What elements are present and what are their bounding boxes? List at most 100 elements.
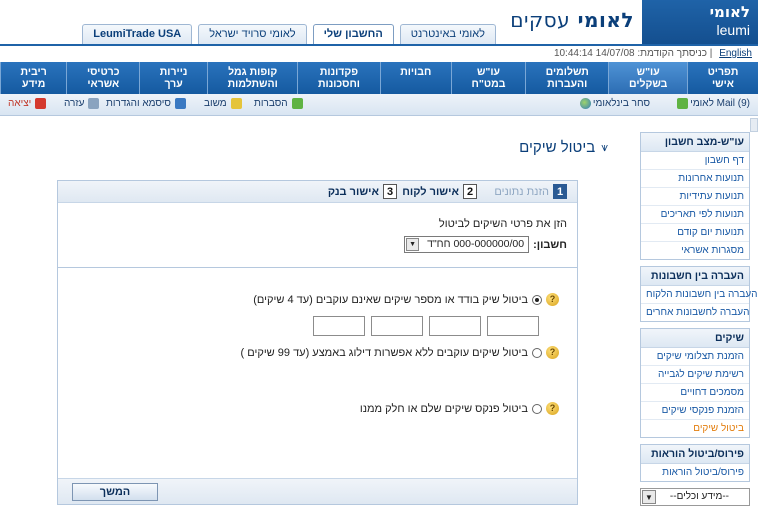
option-single-checks: ? ביטול שיק בודד או מספר שיקים שאינם עוק… — [253, 293, 559, 306]
step-3-label: אישור בנק — [327, 185, 379, 198]
sidebar-item[interactable]: רשימת שיקים לגבייה — [641, 366, 749, 384]
step-1-number: 1 — [553, 184, 567, 199]
dropdown-arrow-icon[interactable]: ▼ — [642, 490, 656, 504]
sidebar-group-0: עו"ש-מצב חשבון דף חשבון תנועות אחרונות תנוע… — [640, 132, 750, 260]
info-tools-select[interactable]: --מידע וכלים-- ▼ — [640, 488, 750, 506]
page-title-text: ביטול שיקים — [519, 139, 596, 156]
subheader-separator: | — [709, 48, 713, 59]
main-nav: תפריט אישי עו"ש בשקלים תשלומים והעברות עו"ש… — [0, 62, 758, 94]
leumi-logo[interactable]: לאומי leumi — [642, 0, 758, 44]
sidebar-item[interactable]: תנועות יום קודם — [641, 224, 749, 242]
main-nav-item-9[interactable]: ריבית מידע — [0, 62, 66, 94]
cancel-checks-panel: הזנת נתונים 1 אישור לקוח 2 אישור בנק 3 ה… — [57, 180, 578, 505]
app-title: לאומי עסקים — [510, 8, 634, 32]
top-tab-1[interactable]: החשבון שלי — [312, 24, 394, 44]
sidebar-item[interactable]: תנועות אחרונות — [641, 170, 749, 188]
feedback-label: משוב — [204, 98, 227, 109]
right-sidebar: עו"ש-מצב חשבון דף חשבון תנועות אחרונות תנוע… — [640, 132, 758, 506]
mail-label: לאומי Mail (9) — [690, 98, 750, 109]
top-tab-2[interactable]: לאומי סרויד ישראל — [198, 24, 307, 44]
sidebar-item[interactable]: הזמנת פנקסי שיקים — [641, 402, 749, 420]
info-tools-select-value: --מידע וכלים-- — [669, 491, 729, 502]
help-link[interactable]: עזרה — [64, 98, 100, 109]
sidebar-item[interactable]: תנועות עתידיות — [641, 188, 749, 206]
header-divider — [0, 44, 758, 46]
check-number-input-1[interactable] — [487, 316, 539, 336]
scrollbar-up[interactable] — [750, 118, 758, 132]
help-icon[interactable]: ? — [546, 293, 559, 306]
app-title-brand: לאומי — [577, 8, 634, 32]
english-link[interactable]: English — [719, 48, 752, 59]
mail-link[interactable]: לאומי Mail (9) — [675, 98, 750, 109]
explanations-link[interactable]: הסברות — [254, 98, 303, 109]
sidebar-item[interactable]: מסגרות אשראי — [641, 242, 749, 259]
main-nav-item-4[interactable]: חבויות — [379, 62, 451, 94]
option-single-checks-label: ביטול שיק בודד או מספר שיקים שאינם עוקבי… — [253, 293, 528, 306]
step-3: אישור בנק 3 — [328, 184, 397, 199]
key-icon — [174, 98, 186, 109]
help-icon[interactable]: ? — [546, 346, 559, 359]
sidebar-group-title: העברה בין חשבונות — [641, 267, 749, 286]
main-nav-item-6[interactable]: קופות גמל והשתלמות — [207, 62, 297, 94]
top-tabs: לאומי באינטרנט החשבון שלי לאומי סרויד ישרא… — [10, 24, 496, 44]
sidebar-group-3: פירוס/ביטול הוראות פירוס/ביטול הוראות — [640, 444, 750, 482]
option-checkbook-label: ביטול פנקס שיקים שלם או חלק ממנו — [359, 402, 528, 415]
sidebar-item[interactable]: העברה לחשבונות אחרים — [641, 304, 749, 321]
step-3-number: 3 — [383, 184, 397, 199]
sidebar-item[interactable]: פירוס/ביטול הוראות — [641, 464, 749, 481]
feedback-link[interactable]: משוב — [204, 98, 242, 109]
top-tab-0[interactable]: לאומי באינטרנט — [399, 24, 496, 44]
continue-button[interactable]: המשך — [72, 483, 158, 501]
last-login-text: 10:44:14 14/07/08 :כניסתך הקודמת — [553, 48, 708, 59]
header: לאומי leumi לאומי עסקים לאומי באינטרנט הח… — [0, 0, 758, 62]
check-number-input-2[interactable] — [429, 316, 481, 336]
sidebar-item[interactable]: הזמנת תצלומי שיקים — [641, 348, 749, 366]
option-checkbook-radio[interactable] — [532, 403, 542, 414]
account-select[interactable]: 000-000000/00 חח"ד ▼ — [404, 236, 530, 253]
panel-footer: המשך — [58, 478, 577, 504]
step-1-label: הזנת נתונים — [494, 185, 549, 198]
step-2-number: 2 — [463, 184, 477, 199]
globe-icon — [579, 98, 591, 109]
utility-bar: לאומי Mail (9) סחר בינלאומי יציאה עזרה ס… — [0, 94, 758, 116]
check-number-inputs — [313, 316, 539, 336]
explanations-label: הסברות — [254, 98, 288, 109]
help-icon[interactable]: ? — [546, 402, 559, 415]
top-tab-3[interactable]: LeumiTrade USA — [82, 24, 193, 44]
password-settings-label: סיסמא והגדרות — [106, 98, 171, 109]
mail-icon — [677, 98, 689, 109]
password-settings-link[interactable]: סיסמא והגדרות — [106, 98, 186, 109]
dropdown-arrow-icon[interactable]: ▼ — [406, 238, 420, 251]
instruction-text: הזן את פרטי השיקים לביטול — [438, 218, 567, 230]
main-nav-item-2[interactable]: תשלומים והעברות — [525, 62, 608, 94]
sidebar-item[interactable]: דף חשבון — [641, 152, 749, 170]
international-trade-link[interactable]: סחר בינלאומי — [578, 98, 650, 109]
main-nav-item-7[interactable]: ניירות ערך — [139, 62, 207, 94]
step-2-label: אישור לקוח — [402, 185, 459, 198]
sidebar-item[interactable]: העברה בין חשבונות הלקוח — [641, 286, 758, 304]
exit-link[interactable]: יציאה — [8, 98, 47, 109]
exit-icon — [35, 98, 47, 109]
sidebar-item[interactable]: תנועות לפי תאריכים — [641, 206, 749, 224]
main-nav-item-1[interactable]: עו"ש בשקלים — [608, 62, 687, 94]
main-nav-item-8[interactable]: כרטיסי אשראי — [66, 62, 139, 94]
help-label: עזרה — [64, 98, 85, 109]
explanations-icon — [291, 98, 303, 109]
option-consecutive-checks-radio[interactable] — [532, 347, 542, 358]
step-2: אישור לקוח 2 — [402, 184, 477, 199]
sidebar-item[interactable]: מסמכים דחויים — [641, 384, 749, 402]
main-nav-item-0[interactable]: תפריט אישי — [686, 62, 758, 94]
check-number-input-3[interactable] — [371, 316, 423, 336]
check-number-input-4[interactable] — [313, 316, 365, 336]
option-consecutive-checks-label: ביטול שיקים עוקבים ללא אפשרות דילוג באמצ… — [240, 346, 528, 359]
account-label: חשבון: — [533, 238, 567, 251]
option-checkbook: ? ביטול פנקס שיקים שלם או חלק ממנו — [360, 402, 559, 415]
sidebar-group-title: שיקים — [641, 329, 749, 348]
main-nav-item-5[interactable]: פקדונות וחסכונות — [297, 62, 379, 94]
option-single-checks-radio[interactable] — [532, 294, 542, 305]
section-divider — [58, 267, 577, 268]
main-nav-item-3[interactable]: עו"ש במט"ח — [450, 62, 525, 94]
sidebar-item[interactable]: ביטול שיקים — [641, 420, 749, 437]
logo-english: leumi — [716, 22, 750, 38]
exit-label: יציאה — [8, 98, 32, 109]
